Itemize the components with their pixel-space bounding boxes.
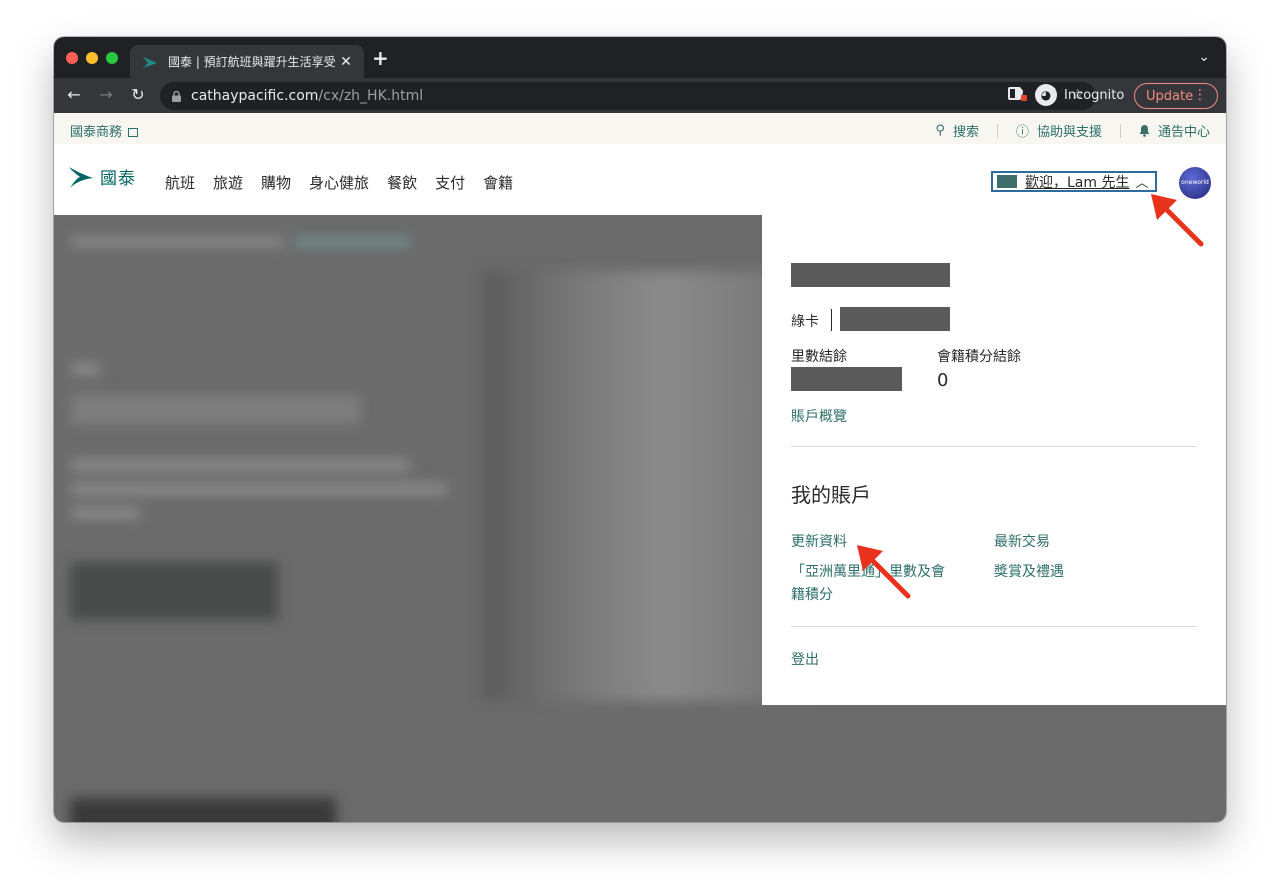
nav-payment[interactable]: 支付 <box>435 172 465 193</box>
search-link[interactable]: 搜索 <box>953 121 979 140</box>
redacted-member-number <box>840 307 950 331</box>
incognito-label: Incognito <box>1064 88 1125 103</box>
help-link[interactable]: 協助與支援 <box>1037 121 1102 140</box>
reload-button[interactable]: ↻ <box>128 85 148 104</box>
new-tab-button[interactable]: + <box>372 46 389 70</box>
divider <box>791 446 1197 447</box>
member-card-icon <box>997 175 1017 188</box>
logo-text: 國泰 <box>100 169 136 189</box>
close-window-button[interactable] <box>66 52 78 64</box>
tab-close-icon[interactable]: ✕ <box>338 54 354 70</box>
menu-dots-icon[interactable]: ⋮ <box>1193 87 1207 103</box>
nav-wellness[interactable]: 身心健旅 <box>309 172 369 193</box>
active-tab[interactable]: 國泰 | 預訂航班與躍升生活享受 ✕ <box>130 45 364 78</box>
business-label: 國泰商務 <box>70 125 123 140</box>
tab-search-icon[interactable]: ⌄ <box>1198 49 1210 65</box>
annotation-arrow <box>857 545 911 599</box>
help-icon: ⓘ <box>1015 125 1029 140</box>
browser-toolbar: ← → ↻ cathaypacific.com/cx/zh_HK.html ☆ <box>54 78 1226 113</box>
maximize-window-button[interactable] <box>106 52 118 64</box>
utility-bar: 國泰商務 ⚲ 搜索 ⓘ 協助與支援 通告中心 <box>54 113 1226 144</box>
side-panel-icon[interactable] <box>1008 87 1021 100</box>
nav-membership[interactable]: 會籍 <box>483 172 513 193</box>
account-overview-link[interactable]: 賬戶概覽 <box>791 406 847 426</box>
lock-icon <box>172 90 181 102</box>
points-balance-value: 0 <box>937 370 949 391</box>
update-profile-link[interactable]: 更新資料 <box>791 531 847 551</box>
back-button[interactable]: ← <box>64 85 84 104</box>
annotation-arrow <box>1151 194 1204 247</box>
cathay-favicon-icon <box>143 56 157 68</box>
main-nav: 航班 旅遊 購物 身心健旅 餐飲 支付 會籍 <box>165 172 513 193</box>
welcome-text: 歡迎，Lam 先生 <box>1025 174 1130 191</box>
divider <box>791 626 1197 627</box>
minimize-window-button[interactable] <box>86 52 98 64</box>
external-link-icon <box>128 128 139 137</box>
notification-center-link[interactable]: 通告中心 <box>1158 121 1210 140</box>
tab-title: 國泰 | 預訂航班與躍升生活享受 <box>168 55 336 69</box>
rewards-link[interactable]: 獎賞及禮遇 <box>994 561 1064 581</box>
update-label: Update <box>1146 88 1194 104</box>
address-bar[interactable]: cathaypacific.com/cx/zh_HK.html ☆ <box>160 82 1096 110</box>
redacted-name <box>791 263 950 287</box>
recent-transactions-link[interactable]: 最新交易 <box>994 531 1050 551</box>
tab-strip: 國泰 | 預訂航班與躍升生活享受 ✕ + ⌄ <box>54 37 1226 78</box>
bell-icon <box>1139 125 1150 137</box>
url-path: /cx/zh_HK.html <box>318 88 424 104</box>
page-content: 國泰商務 ⚲ 搜索 ⓘ 協助與支援 通告中心 國泰 航班 旅遊 購物 身心健旅 … <box>54 113 1226 822</box>
forward-button[interactable]: → <box>96 85 116 104</box>
account-menu-toggle[interactable]: 歡迎，Lam 先生 ︿ <box>991 171 1157 192</box>
miles-balance-label: 里數結餘 <box>791 349 847 365</box>
incognito-icon[interactable]: ◕ <box>1035 84 1057 106</box>
nav-flights[interactable]: 航班 <box>165 172 195 193</box>
cathay-logo[interactable]: 國泰 <box>68 164 136 189</box>
search-icon: ⚲ <box>935 123 945 138</box>
nav-dining[interactable]: 餐飲 <box>387 172 417 193</box>
update-button[interactable]: Update ⋮ <box>1134 83 1218 109</box>
browser-window: 國泰 | 預訂航班與躍升生活享受 ✕ + ⌄ ← → ↻ cathaypacif… <box>54 37 1226 822</box>
nav-travel[interactable]: 旅遊 <box>213 172 243 193</box>
my-account-heading: 我的賬戶 <box>791 483 871 507</box>
brushwing-logo-icon <box>69 166 93 188</box>
points-balance-label: 會籍積分結餘 <box>937 349 1021 365</box>
business-link[interactable]: 國泰商務 <box>70 121 139 140</box>
site-header: 國泰 航班 旅遊 購物 身心健旅 餐飲 支付 會籍 歡迎，Lam 先生 ︿ on… <box>54 144 1226 215</box>
nav-shopping[interactable]: 購物 <box>261 172 291 193</box>
logout-link[interactable]: 登出 <box>791 649 819 669</box>
account-dropdown: 綠卡 里數結餘 會籍積分結餘 0 賬戶概覽 我的賬戶 更新資料 「亞洲萬里通」里… <box>762 215 1226 705</box>
url-host: cathaypacific.com <box>191 88 319 104</box>
tier-label: 綠卡 <box>791 314 819 330</box>
redacted-miles-balance <box>791 367 902 391</box>
